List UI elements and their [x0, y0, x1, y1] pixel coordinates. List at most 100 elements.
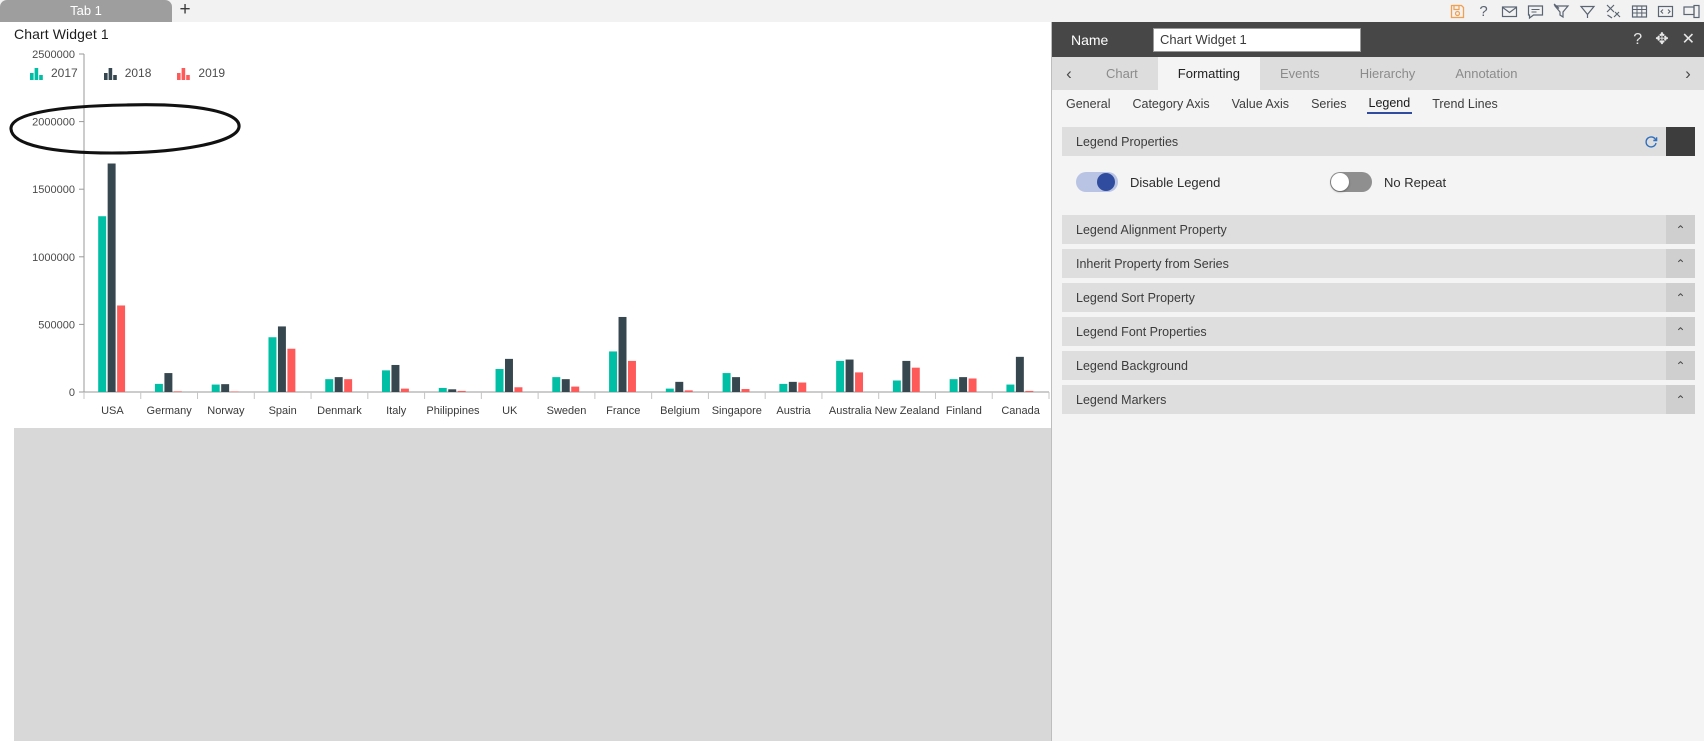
svg-text:Finland: Finland: [946, 405, 982, 417]
section-legend-properties: Legend Properties Disable Legend No Repe…: [1062, 127, 1695, 210]
section-legend-alignment-property: Legend Alignment Property ⌃: [1062, 215, 1695, 244]
panel-subtab-row: General Category Axis Value Axis Series …: [1052, 90, 1704, 118]
disable-legend-label: Disable Legend: [1130, 174, 1221, 190]
svg-text:?: ?: [1479, 3, 1487, 20]
top-toolbar: Tab 1 + ?: [0, 0, 1704, 22]
section-legend-sort-property: Legend Sort Property ⌃: [1062, 283, 1695, 312]
section-title: Legend Alignment Property: [1076, 222, 1227, 237]
chevron-up-icon[interactable]: ⌃: [1666, 215, 1695, 244]
no-repeat-toggle[interactable]: [1330, 172, 1372, 192]
clear-filter-icon[interactable]: [1553, 3, 1570, 20]
section-title: Inherit Property from Series: [1076, 256, 1229, 271]
help-icon[interactable]: ?: [1633, 31, 1642, 48]
tab-formatting[interactable]: Formatting: [1157, 57, 1260, 90]
svg-text:New Zealand: New Zealand: [875, 405, 940, 417]
disable-legend-toggle[interactable]: [1076, 172, 1118, 192]
panel-header-icons: ? ✥ ✕: [1633, 22, 1695, 57]
tab-hierarchy[interactable]: Hierarchy: [1340, 57, 1436, 90]
toggle-group-disable-legend: Disable Legend: [1076, 172, 1330, 192]
properties-panel: Name ? ✥ ✕ ‹ Chart Formatting Events Hie…: [1051, 22, 1704, 741]
svg-text:UK: UK: [502, 405, 518, 417]
filter-icon[interactable]: [1579, 3, 1596, 20]
section-title: Legend Markers: [1076, 392, 1167, 407]
chart-plot-area: 0 500000 1000000 1500000 2000000 2500000 USA Ge…: [32, 49, 1050, 417]
tools-icon[interactable]: [1605, 3, 1622, 20]
tab-annotation[interactable]: Annotation: [1435, 57, 1537, 90]
section-body-legend-properties: Disable Legend No Repeat: [1062, 156, 1695, 210]
tab-tab-1[interactable]: Tab 1: [0, 0, 172, 22]
section-header-legend-background[interactable]: Legend Background ⌃: [1062, 351, 1695, 380]
svg-text:500000: 500000: [38, 319, 75, 331]
section-header-legend-font-properties[interactable]: Legend Font Properties ⌃: [1062, 317, 1695, 346]
section-header-legend-markers[interactable]: Legend Markers ⌃: [1062, 385, 1695, 414]
tab-chart[interactable]: Chart: [1086, 57, 1158, 90]
panel-tab-row: ‹ Chart Formatting Events Hierarchy Anno…: [1052, 57, 1704, 90]
section-header-legend-sort-property[interactable]: Legend Sort Property ⌃: [1062, 283, 1695, 312]
widget-name-input[interactable]: [1153, 27, 1361, 52]
svg-text:1500000: 1500000: [32, 184, 75, 196]
legend-color-swatch[interactable]: [1666, 127, 1695, 156]
mail-icon[interactable]: [1501, 3, 1518, 20]
comment-icon[interactable]: [1527, 3, 1544, 20]
code-icon[interactable]: [1657, 3, 1674, 20]
refresh-icon[interactable]: [1636, 127, 1666, 156]
tab-events[interactable]: Events: [1260, 57, 1340, 90]
section-title: Legend Properties: [1076, 134, 1179, 149]
svg-text:Norway: Norway: [207, 405, 245, 417]
subtab-legend[interactable]: Legend: [1366, 94, 1413, 114]
tab-strip: Tab 1 +: [0, 0, 198, 22]
svg-text:Singapore: Singapore: [712, 405, 762, 417]
tab-prev-arrow-icon[interactable]: ‹: [1052, 57, 1086, 90]
svg-text:Sweden: Sweden: [547, 405, 587, 417]
panel-header: Name ? ✥ ✕: [1052, 22, 1704, 57]
no-repeat-label: No Repeat: [1384, 174, 1447, 190]
subtab-category-axis[interactable]: Category Axis: [1130, 95, 1211, 113]
section-title: Legend Font Properties: [1076, 324, 1207, 339]
close-icon[interactable]: ✕: [1682, 31, 1695, 48]
table-icon[interactable]: [1631, 3, 1648, 20]
chevron-up-icon[interactable]: ⌃: [1666, 249, 1695, 278]
help-icon[interactable]: ?: [1475, 3, 1492, 20]
section-header-legend-properties[interactable]: Legend Properties: [1062, 127, 1695, 156]
section-legend-font-properties: Legend Font Properties ⌃: [1062, 317, 1695, 346]
subtab-series[interactable]: Series: [1309, 95, 1348, 113]
toolbar-icon-group: ?: [1449, 0, 1700, 22]
section-inherit-property-from-series: Inherit Property from Series ⌃: [1062, 249, 1695, 278]
svg-text:2000000: 2000000: [32, 117, 75, 129]
toggle-group-no-repeat: No Repeat: [1330, 172, 1446, 192]
svg-text:Germany: Germany: [147, 405, 193, 417]
save-icon[interactable]: [1449, 3, 1466, 20]
name-label: Name: [1071, 31, 1109, 48]
section-header-inherit-property-from-series[interactable]: Inherit Property from Series ⌃: [1062, 249, 1695, 278]
section-legend-background: Legend Background ⌃: [1062, 351, 1695, 380]
section-header-controls: [1636, 127, 1695, 156]
devices-icon[interactable]: [1683, 3, 1700, 20]
subtab-general[interactable]: General: [1064, 95, 1112, 113]
chevron-up-icon[interactable]: ⌃: [1666, 385, 1695, 414]
widget-title: Chart Widget 1: [14, 26, 109, 42]
application-root: Tab 1 + ? Chart Widget 1 2017 2018 2019 …: [0, 0, 1704, 741]
subtab-value-axis[interactable]: Value Axis: [1230, 95, 1291, 113]
move-icon[interactable]: ✥: [1655, 31, 1668, 48]
panel-body: Legend Properties Disable Legend No Repe…: [1052, 118, 1704, 741]
chart-widget-canvas[interactable]: 2017 2018 2019 0 500000 1000000 1500000 2000…: [0, 46, 1051, 428]
svg-text:Canada: Canada: [1001, 405, 1040, 417]
svg-text:1000000: 1000000: [32, 252, 75, 264]
section-title: Legend Background: [1076, 358, 1188, 373]
tab-next-arrow-icon[interactable]: ›: [1671, 57, 1704, 90]
svg-text:2500000: 2500000: [32, 49, 75, 61]
svg-text:Denmark: Denmark: [317, 405, 362, 417]
svg-text:0: 0: [69, 387, 75, 399]
svg-text:France: France: [606, 405, 640, 417]
section-header-legend-alignment-property[interactable]: Legend Alignment Property ⌃: [1062, 215, 1695, 244]
chevron-up-icon[interactable]: ⌃: [1666, 283, 1695, 312]
chevron-up-icon[interactable]: ⌃: [1666, 351, 1695, 380]
section-legend-markers: Legend Markers ⌃: [1062, 385, 1695, 414]
add-tab-button[interactable]: +: [172, 0, 198, 22]
svg-text:Belgium: Belgium: [660, 405, 700, 417]
svg-text:Philippines: Philippines: [426, 405, 480, 417]
subtab-trend-lines[interactable]: Trend Lines: [1430, 95, 1500, 113]
chevron-up-icon[interactable]: ⌃: [1666, 317, 1695, 346]
svg-text:Australia: Australia: [829, 405, 873, 417]
empty-widget-area: [14, 428, 1051, 741]
